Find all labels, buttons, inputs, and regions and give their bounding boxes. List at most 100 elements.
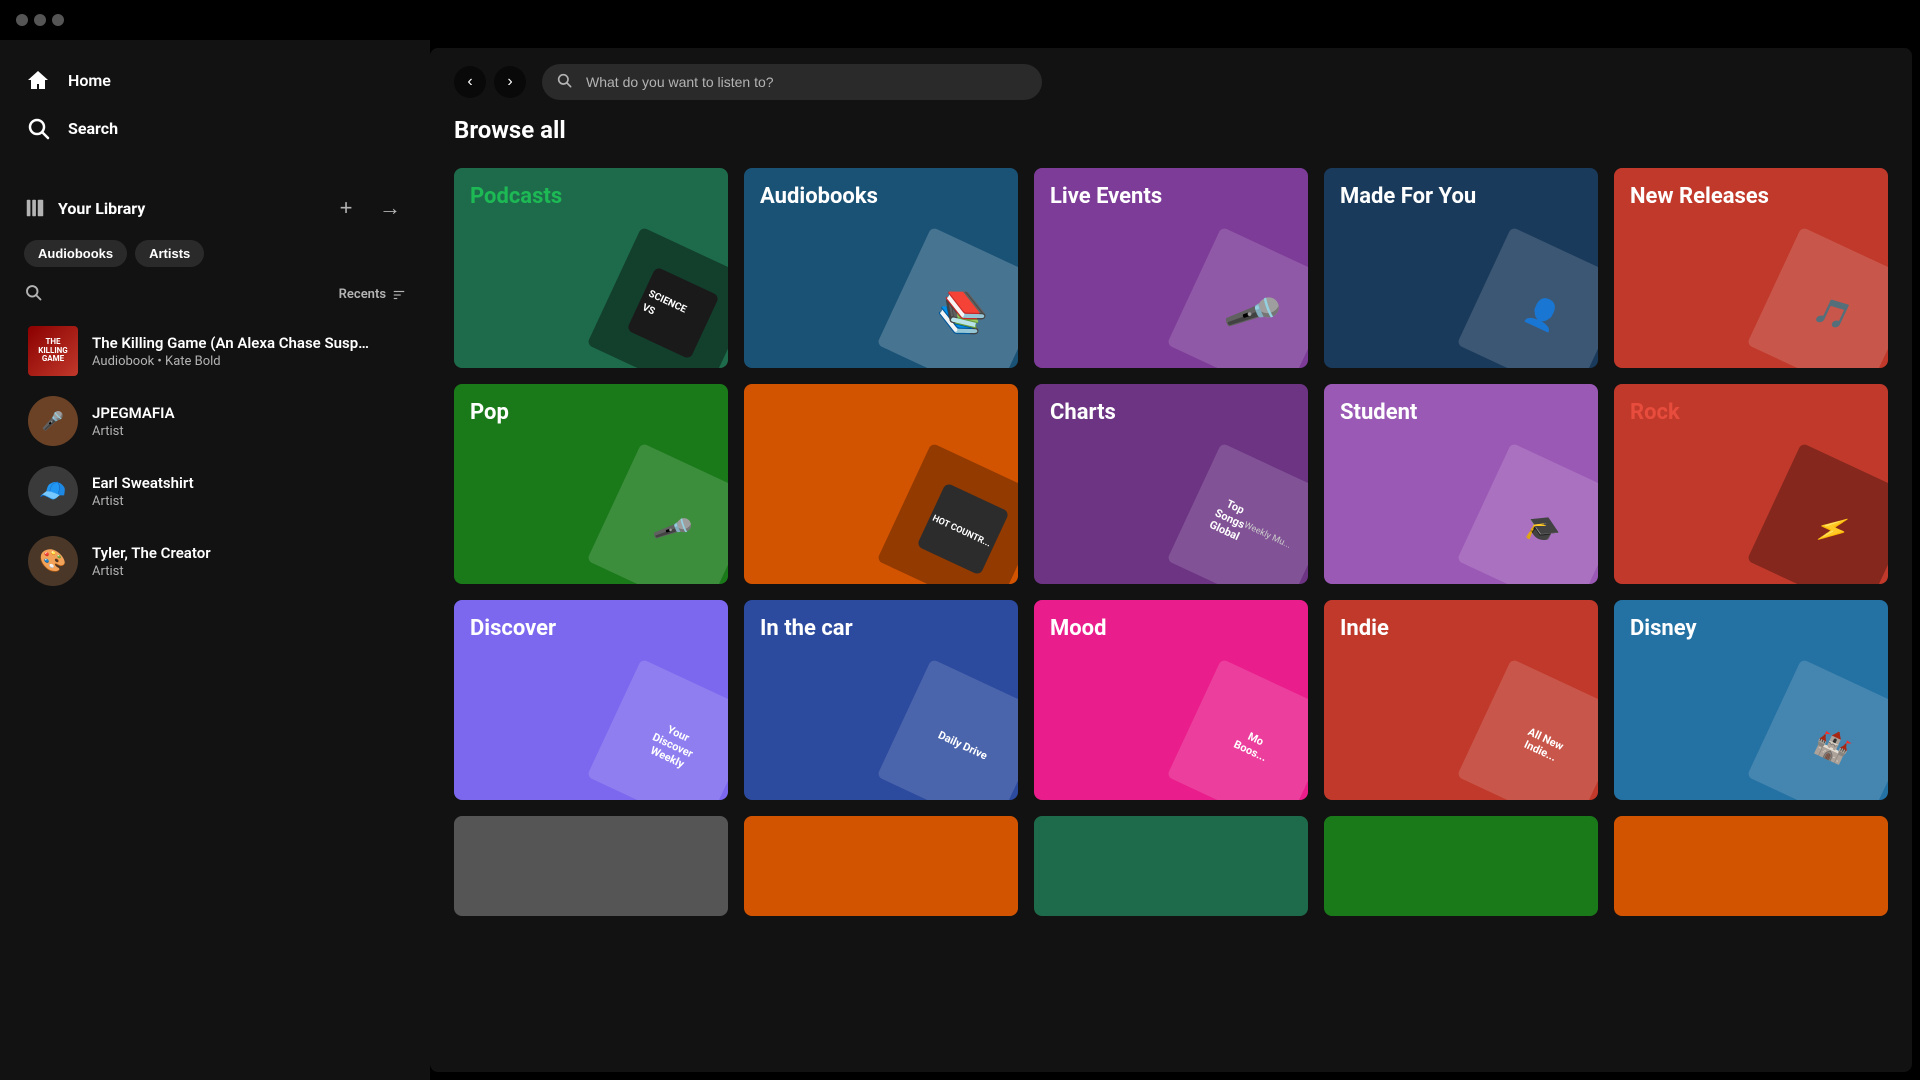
dot-maximize (52, 14, 64, 26)
sidebar-search-label: Search (68, 119, 118, 138)
library-items: THEKILLINGGAME The Killing Game (An Alex… (24, 318, 406, 594)
in-the-car-art: Daily Drive (877, 659, 1018, 800)
jpegmafia-avatar: 🎤 (28, 396, 78, 446)
category-student[interactable]: Student 🎓 (1324, 384, 1598, 584)
app-layout: Home Search (0, 40, 1920, 1080)
categories-grid: Podcasts SCIENCE VS Audiobooks (454, 168, 1888, 800)
home-icon (24, 66, 52, 94)
pop-label: Pop (470, 400, 509, 425)
library-actions: + → (330, 192, 406, 224)
search-input[interactable] (542, 64, 1042, 100)
tyler-avatar: 🎨 (28, 536, 78, 586)
category-extra-3[interactable] (1034, 816, 1308, 916)
killing-game-sub: Audiobook • Kate Bold (92, 354, 402, 369)
search-input-icon (556, 72, 572, 92)
podcasts-label: Podcasts (470, 184, 562, 209)
audiobooks-art: 📚 (877, 227, 1018, 368)
sidebar-home-label: Home (68, 71, 111, 90)
main-header: ‹ › (430, 48, 1912, 116)
student-label: Student (1340, 400, 1417, 425)
bottom-categories-grid (454, 816, 1888, 916)
disney-art: 🏰 (1747, 659, 1888, 800)
category-new-releases[interactable]: New Releases 🎵 (1614, 168, 1888, 368)
category-in-the-car[interactable]: In the car Daily Drive (744, 600, 1018, 800)
back-button[interactable]: ‹ (454, 66, 486, 98)
nav-arrows: ‹ › (454, 66, 526, 98)
disney-label: Disney (1630, 616, 1697, 641)
category-mood[interactable]: Mood MoBoos... (1034, 600, 1308, 800)
country-label: Country (760, 400, 838, 425)
add-library-button[interactable]: + (330, 192, 362, 224)
category-discover[interactable]: Discover YourDiscoverWeekly (454, 600, 728, 800)
jpegmafia-name: JPEGMAFIA (92, 404, 372, 422)
earl-avatar: 🧢 (28, 466, 78, 516)
category-pop[interactable]: Pop 🎤 (454, 384, 728, 584)
library-item-tyler[interactable]: 🎨 Tyler, The Creator Artist (24, 528, 406, 594)
killing-game-art: THEKILLINGGAME (28, 326, 78, 376)
category-extra-1[interactable] (454, 816, 728, 916)
filter-artists[interactable]: Artists (135, 240, 204, 267)
charts-label: Charts (1050, 400, 1116, 425)
podcasts-art: SCIENCE VS (587, 227, 728, 368)
window-controls (16, 14, 64, 26)
search-icon (24, 114, 52, 142)
forward-button[interactable]: › (494, 66, 526, 98)
new-releases-art: 🎵 (1747, 227, 1888, 368)
rock-art: ⚡ (1747, 443, 1888, 584)
browse-content: Browse all Podcasts SCIENCE VS (430, 116, 1912, 940)
made-for-you-art: 👤 (1457, 227, 1598, 368)
mood-art: MoBoos... (1167, 659, 1308, 800)
sidebar-item-search[interactable]: Search (24, 104, 406, 152)
library-search-icon[interactable] (24, 283, 42, 306)
category-charts[interactable]: Charts TopSongsGlobalWeekly Mu... (1034, 384, 1308, 584)
main-content: ‹ › Browse all Podcasts (430, 48, 1912, 1072)
dot-minimize (34, 14, 46, 26)
country-art: HOT COUNTR... (877, 443, 1018, 584)
category-disney[interactable]: Disney 🏰 (1614, 600, 1888, 800)
sidebar-item-home[interactable]: Home (24, 56, 406, 104)
category-extra-2[interactable] (744, 816, 1018, 916)
tyler-sub: Artist (92, 564, 402, 579)
made-for-you-label: Made For You (1340, 184, 1476, 209)
indie-label: Indie (1340, 616, 1389, 641)
category-audiobooks[interactable]: Audiobooks 📚 (744, 168, 1018, 368)
search-input-wrapper (542, 64, 1042, 100)
category-extra-5[interactable] (1614, 816, 1888, 916)
category-live-events[interactable]: Live Events 🎤 (1034, 168, 1308, 368)
earl-info: Earl Sweatshirt Artist (92, 474, 402, 509)
live-events-label: Live Events (1050, 184, 1162, 209)
library-icon (24, 197, 46, 219)
live-events-art: 🎤 (1167, 227, 1308, 368)
indie-art: All NewIndie... (1457, 659, 1598, 800)
category-country[interactable]: Country HOT COUNTR... (744, 384, 1018, 584)
new-releases-label: New Releases (1630, 184, 1769, 209)
jpegmafia-sub: Artist (92, 424, 402, 439)
library-header: Your Library + → (24, 192, 406, 224)
library-item-jpegmafia[interactable]: 🎤 JPEGMAFIA Artist (24, 388, 406, 454)
discover-art: YourDiscoverWeekly (587, 659, 728, 800)
browse-title: Browse all (454, 116, 1888, 144)
killing-game-info: The Killing Game (An Alexa Chase Suspens… (92, 334, 402, 369)
earl-sub: Artist (92, 494, 402, 509)
recents-sort-button[interactable]: Recents (339, 287, 406, 302)
expand-library-button[interactable]: → (374, 192, 406, 224)
filter-pills: Audiobooks Artists (24, 240, 406, 267)
category-extra-4[interactable] (1324, 816, 1598, 916)
category-made-for-you[interactable]: Made For You 👤 (1324, 168, 1598, 368)
rock-label: Rock (1630, 400, 1680, 425)
sidebar-nav: Home Search (0, 40, 430, 168)
killing-game-name: The Killing Game (An Alexa Chase Suspens… (92, 334, 372, 352)
tyler-info: Tyler, The Creator Artist (92, 544, 402, 579)
filter-audiobooks[interactable]: Audiobooks (24, 240, 127, 267)
earl-name: Earl Sweatshirt (92, 474, 372, 492)
audiobooks-label: Audiobooks (760, 184, 878, 209)
jpegmafia-info: JPEGMAFIA Artist (92, 404, 402, 439)
category-indie[interactable]: Indie All NewIndie... (1324, 600, 1598, 800)
title-bar (0, 0, 1920, 40)
discover-label: Discover (470, 616, 556, 641)
sidebar: Home Search (0, 40, 430, 1080)
library-item-earl[interactable]: 🧢 Earl Sweatshirt Artist (24, 458, 406, 524)
category-podcasts[interactable]: Podcasts SCIENCE VS (454, 168, 728, 368)
library-item-killing-game[interactable]: THEKILLINGGAME The Killing Game (An Alex… (24, 318, 406, 384)
category-rock[interactable]: Rock ⚡ (1614, 384, 1888, 584)
